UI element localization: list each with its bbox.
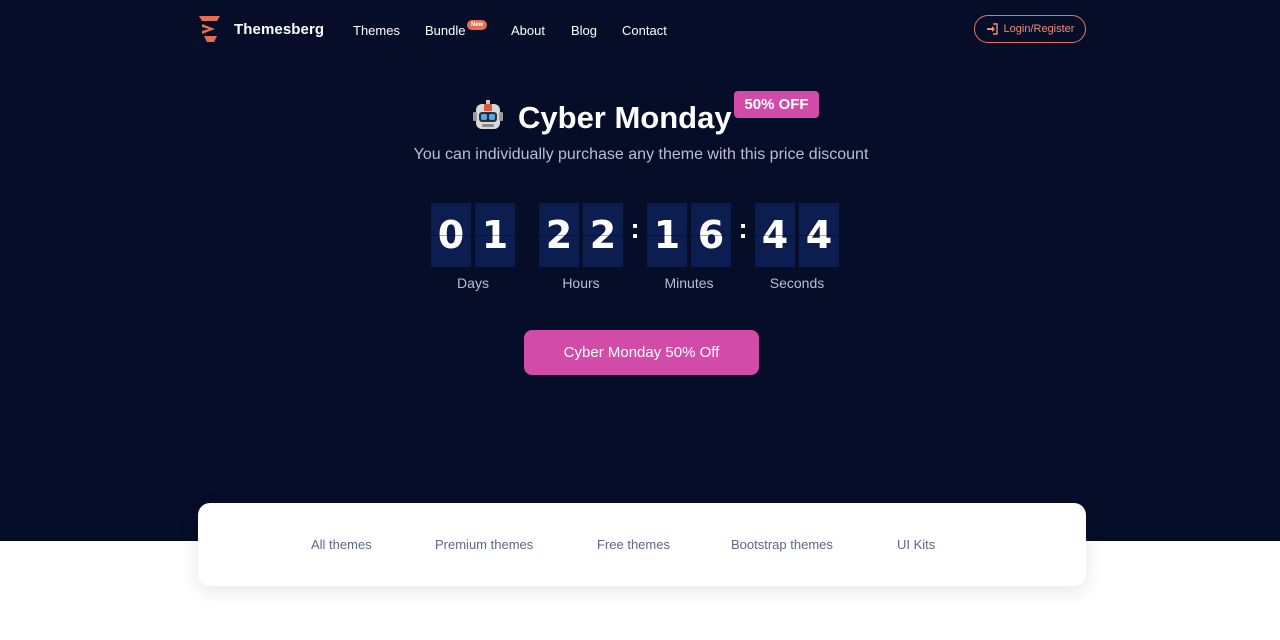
countdown-minutes-digit: 1 (647, 203, 687, 267)
tab-all-themes[interactable]: All themes (311, 537, 372, 552)
countdown-days-digit: 1 (475, 203, 515, 267)
tab-premium-themes[interactable]: Premium themes (435, 537, 533, 552)
countdown-separator: : (738, 213, 748, 244)
countdown-seconds-digit: 4 (755, 203, 795, 267)
countdown-hours-digit: 2 (539, 203, 579, 267)
new-badge: New (467, 20, 488, 30)
login-register-label: Login/Register (1003, 23, 1075, 35)
countdown-separator: : (630, 213, 640, 244)
cyber-monday-cta-button[interactable]: Cyber Monday 50% Off (524, 330, 759, 375)
tab-bootstrap-themes[interactable]: Bootstrap themes (731, 537, 833, 552)
nav-link-themes[interactable]: Themes (353, 23, 400, 38)
hero-subtitle: You can individually purchase any theme … (413, 146, 869, 163)
countdown-hours-digit: 2 (583, 203, 623, 267)
nav-link-contact[interactable]: Contact (622, 23, 667, 38)
countdown-days-digit: 0 (431, 203, 471, 267)
nav-link-bundle[interactable]: Bundle (425, 23, 465, 38)
sign-in-icon (986, 23, 998, 35)
page-title: Cyber Monday (518, 100, 732, 135)
nav-link-blog[interactable]: Blog (571, 23, 597, 38)
top-navbar: Themesberg Themes Bundle New About Blog … (198, 14, 1086, 44)
tab-free-themes[interactable]: Free themes (597, 537, 670, 552)
themesberg-logo-icon[interactable] (198, 14, 222, 44)
robot-icon (473, 100, 503, 129)
hero-section: Themesberg Themes Bundle New About Blog … (0, 0, 1280, 541)
countdown-seconds-digit: 4 (799, 203, 839, 267)
countdown-label-hours: Hours (562, 275, 600, 291)
brand-name[interactable]: Themesberg (234, 21, 324, 38)
theme-category-tabs: All themes Premium themes Free themes Bo… (198, 503, 1086, 586)
countdown-label-days: Days (457, 275, 489, 291)
countdown-label-seconds: Seconds (769, 275, 825, 291)
login-register-button[interactable]: Login/Register (974, 15, 1086, 43)
nav-link-about[interactable]: About (511, 23, 545, 38)
countdown-minutes-digit: 6 (691, 203, 731, 267)
countdown-label-minutes: Minutes (664, 275, 714, 291)
tab-ui-kits[interactable]: UI Kits (897, 537, 935, 552)
discount-badge: 50% OFF (734, 91, 819, 118)
